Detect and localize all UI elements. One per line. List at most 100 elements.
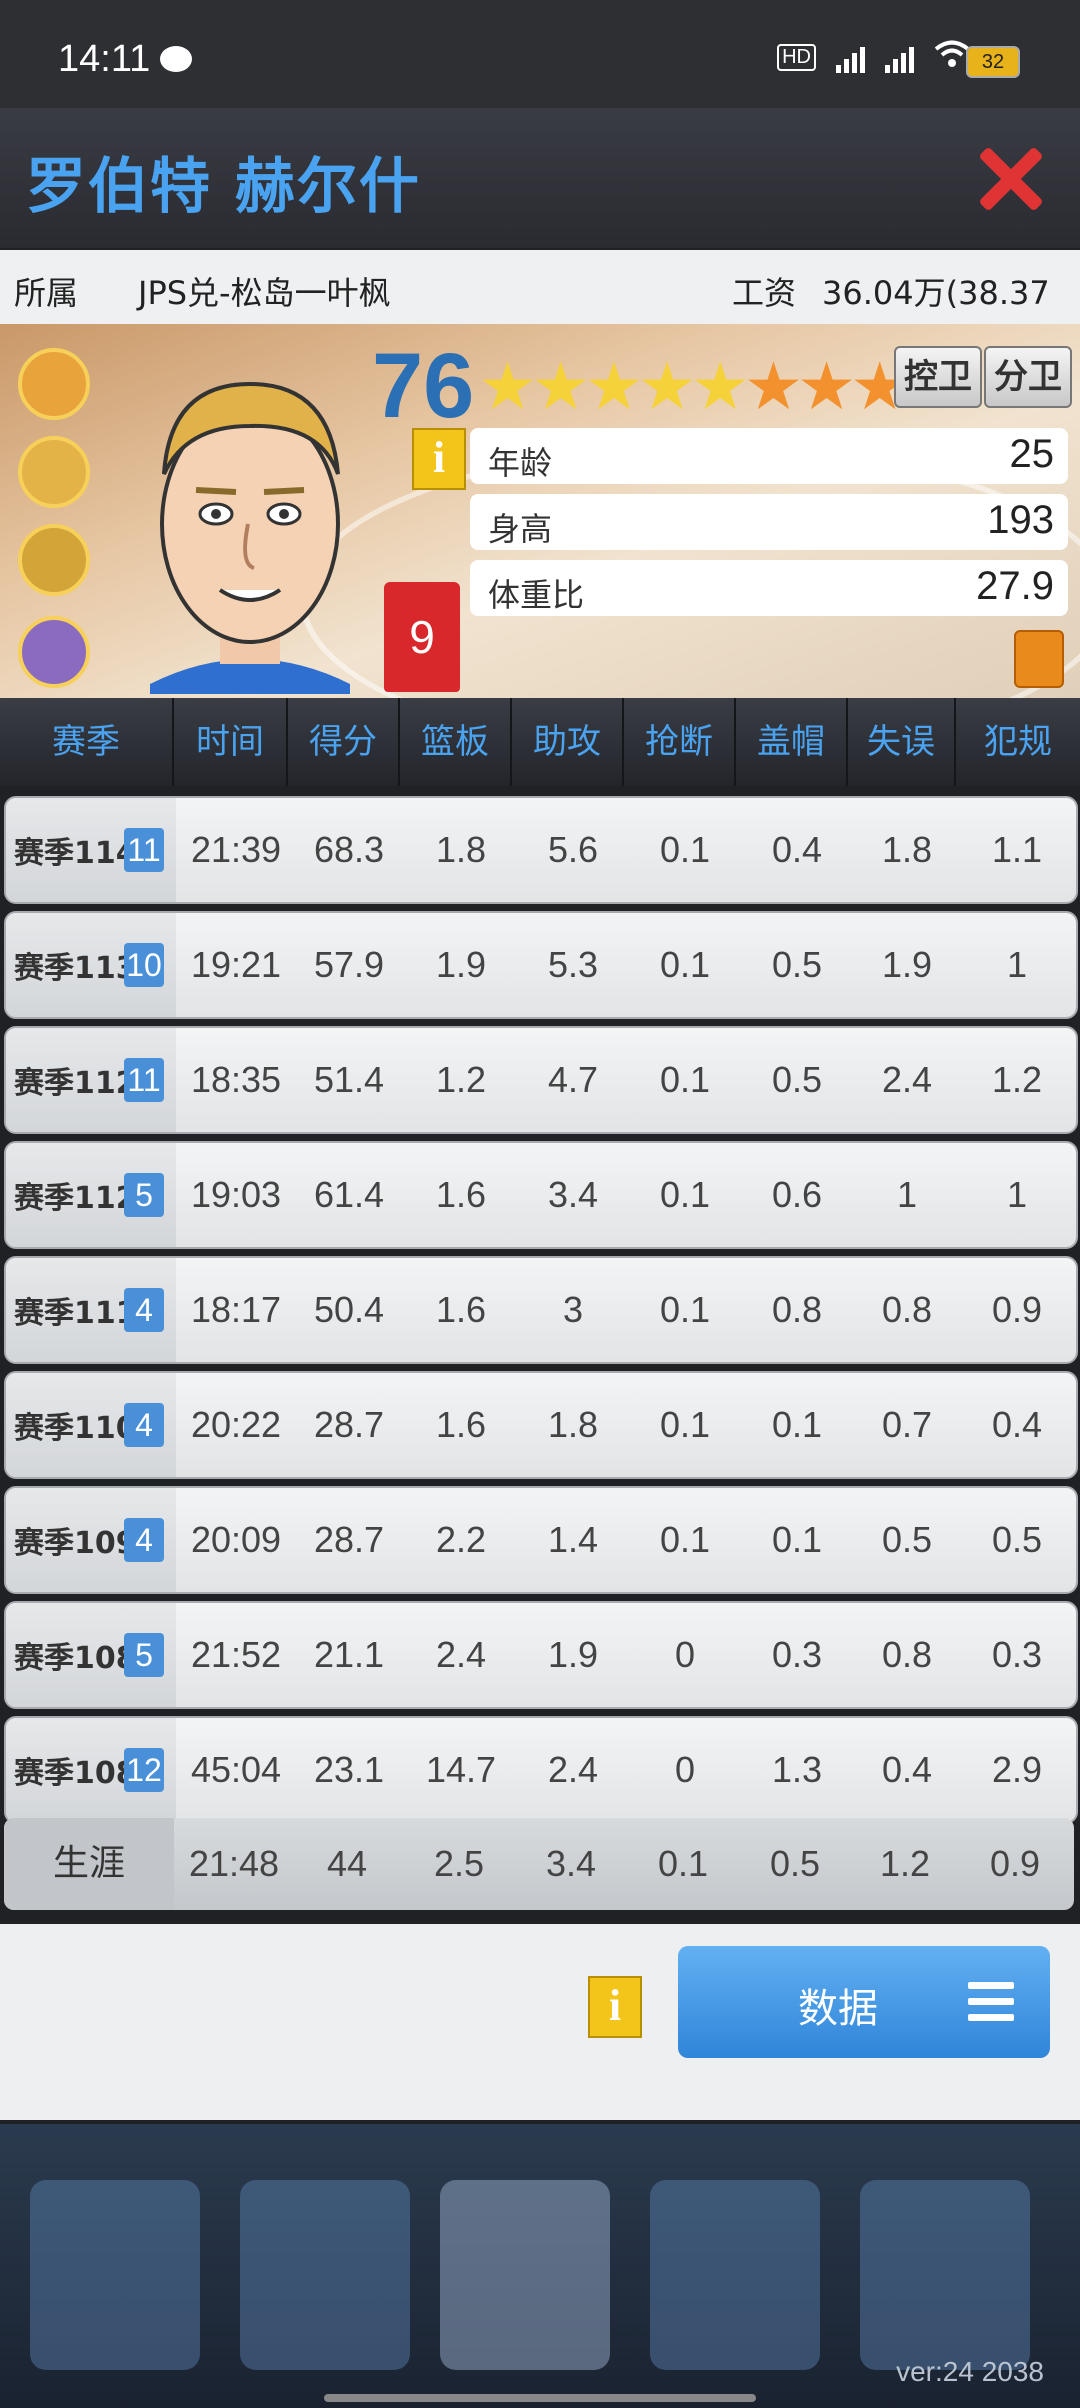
stat-cell: 21:52	[190, 1634, 282, 1675]
fire-icon[interactable]	[1014, 630, 1064, 688]
info-icon[interactable]: i	[412, 428, 466, 490]
battery-icon: 32	[966, 46, 1020, 78]
stat-cell: 0.4	[991, 1404, 1043, 1445]
season-number-badge: 12	[124, 1748, 164, 1792]
season-number-badge: 11	[124, 828, 164, 872]
salary-label: 工资	[732, 274, 797, 312]
stat-cell: 20:22	[190, 1404, 282, 1445]
stat-cell: 1.9	[881, 944, 933, 985]
height-value: 193	[987, 498, 1054, 542]
bottom-nav: ver:24 2038	[0, 2124, 1080, 2408]
season-number-badge: 4	[124, 1403, 164, 1447]
player-rating: 76	[372, 335, 475, 437]
career-cell: 0.9	[989, 1843, 1041, 1884]
stat-cell: 0.9	[991, 1289, 1043, 1330]
stat-cell: 0	[674, 1749, 696, 1790]
table-row[interactable]: 赛季108 12 45:04 23.1 14.7 2.4 0 1.3 0.4 2.9	[4, 1716, 1078, 1824]
season-number-badge: 5	[124, 1173, 164, 1217]
age-row: 年龄 25	[470, 428, 1068, 484]
header-season[interactable]: 赛季	[0, 698, 174, 786]
home-indicator[interactable]	[324, 2394, 756, 2402]
stat-cell: 14.7	[425, 1749, 497, 1790]
data-button[interactable]: 数据	[678, 1946, 1050, 2058]
table-row[interactable]: 赛季114 11 21:39 68.3 1.8 5.6 0.1 0.4 1.8 1.1	[4, 796, 1078, 904]
table-row[interactable]: 赛季112 11 18:35 51.4 1.2 4.7 0.1 0.5 2.4 1.2	[4, 1026, 1078, 1134]
table-row[interactable]: 赛季111 4 18:17 50.4 1.6 3 0.1 0.8 0.8 0.9	[4, 1256, 1078, 1364]
player-card: 76 ★★★★★★★★ 控卫 分卫 i 年龄 25 身高 193 体重比 27.…	[0, 324, 1080, 698]
jersey-icon: 9	[384, 582, 460, 692]
career-cell: 0.5	[769, 1843, 821, 1884]
position-badge: 分卫	[984, 346, 1072, 408]
stat-cell: 1.8	[547, 1404, 599, 1445]
close-icon[interactable]	[976, 144, 1046, 214]
header-points[interactable]: 得分	[288, 698, 400, 786]
team-label: 所属	[14, 274, 79, 312]
stat-cell: 21:39	[190, 829, 282, 870]
season-label: 赛季108	[14, 1756, 137, 1791]
table-row[interactable]: 赛季108 5 21:52 21.1 2.4 1.9 0 0.3 0.8 0.3	[4, 1601, 1078, 1709]
nav-basketball-icon[interactable]	[650, 2180, 820, 2370]
skill-badge-icon[interactable]	[18, 524, 90, 596]
table-row[interactable]: 赛季112 5 19:03 61.4 1.6 3.4 0.1 0.6 1 1	[4, 1141, 1078, 1249]
stat-cell: 0.3	[771, 1634, 823, 1675]
header-assists[interactable]: 助攻	[512, 698, 624, 786]
header-time[interactable]: 时间	[174, 698, 288, 786]
stat-cell: 1	[1006, 1174, 1028, 1215]
stat-cell: 0.1	[771, 1519, 823, 1560]
status-time: 14:11	[58, 38, 151, 80]
version-text: ver:24 2038	[896, 2356, 1044, 2387]
season-label: 赛季114	[14, 836, 137, 871]
header-rebounds[interactable]: 篮板	[400, 698, 512, 786]
nav-team-icon[interactable]	[440, 2180, 610, 2370]
table-header: 赛季 时间 得分 篮板 助攻 抢断 盖帽 失误 犯规	[0, 698, 1080, 786]
stat-cell: 0.4	[771, 829, 823, 870]
season-label: 赛季109	[14, 1526, 137, 1561]
stat-cell: 1.3	[771, 1749, 823, 1790]
season-number-badge: 4	[124, 1288, 164, 1332]
skill-badge-icon[interactable]	[18, 348, 90, 420]
stat-cell: 19:21	[190, 944, 282, 985]
stat-cell: 2.4	[547, 1749, 599, 1790]
skill-badge-icon[interactable]	[18, 616, 90, 688]
stat-cell: 0.5	[771, 944, 823, 985]
data-button-label: 数据	[798, 1986, 878, 2032]
season-label: 赛季112	[14, 1066, 137, 1101]
stat-cell: 0.1	[659, 1059, 711, 1100]
table-row[interactable]: 赛季109 4 20:09 28.7 2.2 1.4 0.1 0.1 0.5 0.5	[4, 1486, 1078, 1594]
header-steals[interactable]: 抢断	[624, 698, 736, 786]
header-turnovers[interactable]: 失误	[848, 698, 956, 786]
season-number-badge: 10	[124, 943, 164, 987]
season-cell: 赛季114 11	[6, 798, 176, 902]
career-cell: 0.1	[657, 1843, 709, 1884]
nav-star-icon[interactable]	[30, 2180, 200, 2370]
stat-cell: 0.6	[771, 1174, 823, 1215]
season-label: 赛季113	[14, 951, 137, 986]
stat-cell: 5.6	[547, 829, 599, 870]
nav-up-icon[interactable]	[860, 2180, 1030, 2370]
stat-cell: 1.1	[991, 829, 1043, 870]
stat-cell: 28.7	[313, 1519, 385, 1560]
header-blocks[interactable]: 盖帽	[736, 698, 848, 786]
season-number-badge: 5	[124, 1633, 164, 1677]
stat-cell: 0.1	[659, 1519, 711, 1560]
nav-money-icon[interactable]	[240, 2180, 410, 2370]
rating-stars: ★★★★★★★★	[478, 348, 909, 425]
height-label: 身高	[488, 510, 553, 548]
info-icon[interactable]: i	[588, 1976, 642, 2038]
position-badge: 控卫	[894, 346, 982, 408]
player-name: 罗伯特 赫尔什	[26, 152, 421, 222]
stat-cell: 0.5	[991, 1519, 1043, 1560]
stat-cell: 20:09	[190, 1519, 282, 1560]
career-cell: 44	[326, 1843, 368, 1884]
header-fouls[interactable]: 犯规	[956, 698, 1080, 786]
stat-cell: 3.4	[547, 1174, 599, 1215]
weight-label: 体重比	[488, 576, 585, 614]
table-row[interactable]: 赛季113 10 19:21 57.9 1.9 5.3 0.1 0.5 1.9 1	[4, 911, 1078, 1019]
signal-icon	[836, 43, 865, 73]
stat-cell: 19:03	[190, 1174, 282, 1215]
stat-cell: 61.4	[313, 1174, 385, 1215]
info-strip: 所属 JPS兑-松岛一叶枫 工资 36.04万(38.37万)	[0, 250, 1080, 358]
skill-badge-icon[interactable]	[18, 436, 90, 508]
table-row[interactable]: 赛季110 4 20:22 28.7 1.6 1.8 0.1 0.1 0.7 0.4	[4, 1371, 1078, 1479]
season-cell: 赛季108 5	[6, 1603, 176, 1707]
